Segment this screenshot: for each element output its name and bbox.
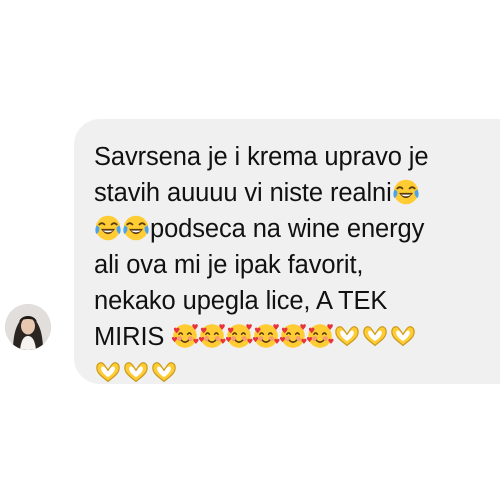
avatar[interactable] [5, 304, 51, 350]
face-with-tears-of-joy-icon [392, 178, 420, 206]
message-line-4: ali ova mi je ipak favorit, [94, 251, 364, 279]
smiling-face-with-hearts-icon [225, 322, 253, 350]
smiling-face-with-hearts-icon [279, 322, 307, 350]
message-line-3: podseca na wine energy [150, 215, 425, 243]
message-line-5: nekako upegla lice, A TEK [94, 287, 388, 315]
smiling-face-with-hearts-icon [306, 322, 334, 350]
smiling-face-with-hearts-icon [198, 322, 226, 350]
heart-hands-icon [389, 324, 417, 348]
message-line-2: stavih auuuu vi niste realni [94, 179, 392, 207]
heart-hands-icon [94, 360, 122, 384]
heart-hands-icon [333, 324, 361, 348]
message-screenshot: Savrsena je i krema upravo je stavih auuu… [0, 0, 500, 500]
heart-hands-icon [361, 324, 389, 348]
heart-hands-icon [150, 360, 178, 384]
smiling-face-with-hearts-icon [252, 322, 280, 350]
message-line-6: MIRIS [94, 323, 165, 351]
heart-hands-icon [122, 360, 150, 384]
message-line-1: Savrsena je i krema upravo je [94, 143, 429, 171]
smiling-face-with-hearts-icon [171, 322, 199, 350]
message-text: Savrsena je i krema upravo je stavih auuu… [94, 139, 484, 391]
face-with-tears-of-joy-icon [122, 214, 150, 242]
message-bubble[interactable]: Savrsena je i krema upravo je stavih auuu… [74, 119, 500, 384]
face-with-tears-of-joy-icon [94, 214, 122, 242]
